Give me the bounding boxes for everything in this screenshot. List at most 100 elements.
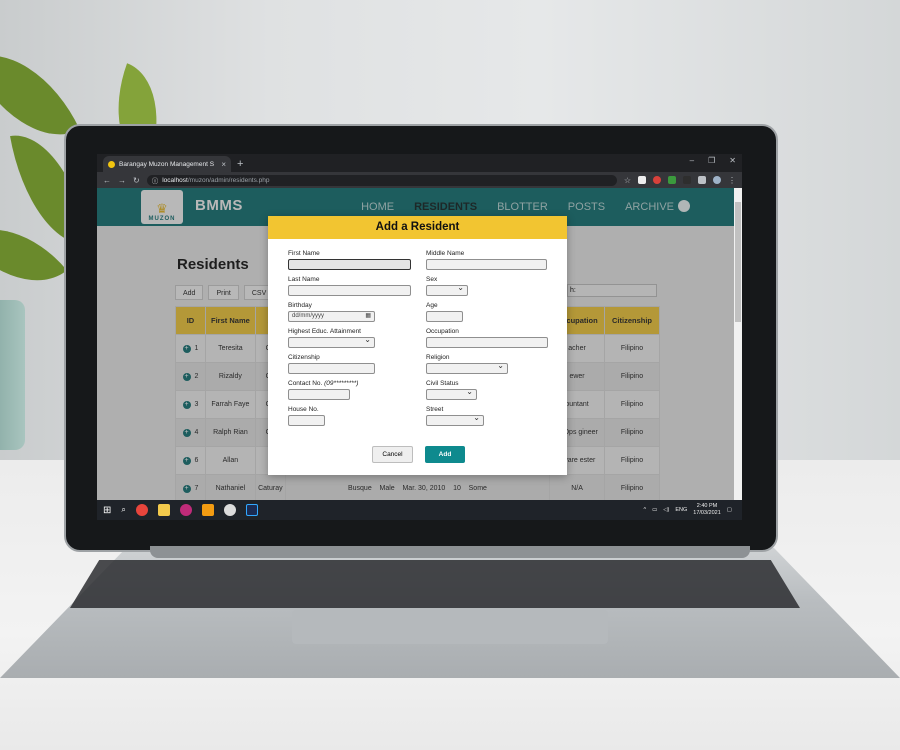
contact-hint: (09*********)	[324, 380, 359, 387]
field-group-contact: Contact No. (09*********)	[288, 380, 358, 400]
sublime-icon[interactable]	[201, 504, 214, 516]
browser-tabstrip: Barangay Muzon Management S × + – ❐ ✕	[97, 154, 742, 172]
laptop-hinge	[150, 546, 750, 558]
photoshop-icon[interactable]	[245, 504, 258, 516]
new-tab-icon[interactable]: +	[237, 156, 243, 172]
minimize-icon[interactable]: –	[690, 156, 694, 165]
age-input[interactable]	[426, 311, 463, 322]
education-label: Highest Educ. Attainment	[288, 328, 361, 335]
modal-title: Add a Resident	[268, 216, 567, 239]
reload-icon[interactable]: ↻	[133, 176, 140, 185]
field-group-first-name: First Name	[288, 250, 411, 270]
laptop-trackpad	[292, 610, 608, 644]
occupation-label: Occupation	[426, 328, 459, 335]
first-name-input[interactable]	[288, 259, 411, 270]
add-resident-button[interactable]: Add	[425, 446, 465, 463]
forward-icon[interactable]: →	[118, 176, 126, 185]
scroll-thumb[interactable]	[735, 202, 741, 322]
religion-label: Religion	[426, 354, 450, 361]
app-icon[interactable]	[179, 504, 192, 516]
browser-toolbar: ← → ↻ ⓘ localhost/muzon/admin/residents.…	[97, 172, 742, 188]
citizenship-label: Citizenship	[288, 354, 320, 361]
field-group-citizenship: Citizenship	[288, 354, 375, 374]
education-select[interactable]	[288, 335, 375, 348]
volume-icon[interactable]: ◁)	[663, 507, 669, 513]
field-group-religion: Religion	[426, 354, 508, 374]
civil-status-label: Civil Status	[426, 380, 459, 387]
system-tray: ^ ▭ ◁) ENG 2:40 PM 17/03/2021 ▢	[643, 503, 732, 517]
cancel-button[interactable]: Cancel	[372, 446, 413, 463]
extension-icon[interactable]	[668, 176, 676, 184]
clock[interactable]: 2:40 PM 17/03/2021	[693, 503, 721, 517]
clock-date: 17/03/2021	[693, 510, 721, 516]
middle-name-input[interactable]	[426, 259, 547, 270]
contact-label: Contact No.	[288, 380, 323, 387]
last-name-label: Last Name	[288, 276, 320, 283]
religion-select[interactable]	[426, 361, 508, 374]
search-icon[interactable]: ⌕	[121, 505, 125, 515]
sex-label: Sex	[426, 276, 438, 283]
field-group-house-no: House No.	[288, 406, 325, 426]
field-group-education: Highest Educ. Attainment	[288, 328, 375, 348]
house-no-label: House No.	[288, 406, 319, 413]
middle-name-label: Middle Name	[426, 250, 465, 257]
extension-icon[interactable]	[683, 176, 691, 184]
clock-time: 2:40 PM	[696, 503, 718, 509]
plant-pot	[0, 300, 25, 450]
house-no-input[interactable]	[288, 415, 325, 426]
windows-start-icon[interactable]: ⊞	[103, 505, 111, 516]
windows-taskbar: ⊞ ⌕ ^ ▭ ◁) ENG 2:40 PM 17/03/2021 ▢	[97, 500, 742, 520]
window-controls: – ❐ ✕	[690, 156, 736, 165]
modal-actions: Cancel Add	[372, 446, 465, 463]
laptop-screen: Barangay Muzon Management S × + – ❐ ✕ ← …	[97, 154, 742, 520]
civil-status-select[interactable]	[426, 387, 477, 400]
citizenship-input[interactable]	[288, 363, 375, 374]
field-group-street: Street	[426, 406, 484, 426]
tab-title: Barangay Muzon Management S	[119, 160, 215, 168]
obs-icon[interactable]	[223, 504, 236, 516]
field-group-birthday: Birthday dd/mm/yyyy ▦	[288, 302, 375, 322]
birthday-label: Birthday	[288, 302, 312, 309]
field-group-civil-status: Civil Status	[426, 380, 477, 400]
field-group-age: Age	[426, 302, 463, 322]
extension-icon[interactable]	[638, 176, 646, 184]
laptop-keyboard	[70, 560, 800, 608]
site-favicon-icon	[108, 160, 115, 168]
birthday-input[interactable]: dd/mm/yyyy ▦	[288, 311, 375, 322]
close-window-icon[interactable]: ✕	[729, 156, 736, 165]
info-icon[interactable]: ⓘ	[152, 175, 159, 185]
puzzle-icon[interactable]	[698, 176, 706, 184]
contact-input[interactable]	[288, 389, 350, 400]
close-tab-icon[interactable]: ×	[221, 160, 226, 169]
network-icon[interactable]: ▭	[652, 507, 657, 513]
occupation-input[interactable]	[426, 337, 548, 348]
calendar-icon[interactable]: ▦	[365, 312, 371, 321]
url-path: /muzon/admin/residents.php	[187, 176, 270, 184]
chrome-app-icon[interactable]	[135, 504, 148, 516]
tray-chevron-icon[interactable]: ^	[643, 507, 646, 513]
sex-select[interactable]	[426, 283, 468, 296]
language-indicator[interactable]: ENG	[675, 507, 687, 513]
restore-icon[interactable]: ❐	[708, 156, 715, 165]
street-select[interactable]	[426, 413, 484, 426]
add-resident-modal: Add a Resident First Name Middle Name La…	[268, 216, 567, 475]
page-scrollbar[interactable]	[734, 188, 742, 500]
extension-icon[interactable]	[653, 176, 661, 184]
field-group-middle-name: Middle Name	[426, 250, 547, 270]
url-host: localhost	[162, 176, 188, 184]
file-explorer-icon[interactable]	[157, 504, 170, 516]
back-icon[interactable]: ←	[103, 176, 111, 185]
street-label: Street	[426, 406, 444, 413]
field-group-occupation: Occupation	[426, 328, 548, 348]
notification-icon[interactable]: ▢	[727, 507, 732, 513]
last-name-input[interactable]	[288, 285, 411, 296]
browser-menu-icon[interactable]: ⋮	[728, 176, 736, 185]
first-name-label: First Name	[288, 250, 320, 257]
address-bar[interactable]: ⓘ localhost/muzon/admin/residents.php	[146, 174, 617, 186]
field-group-last-name: Last Name	[288, 276, 411, 296]
field-group-sex: Sex	[426, 276, 468, 296]
age-label: Age	[426, 302, 438, 309]
profile-avatar-icon[interactable]	[713, 176, 721, 184]
bookmark-star-icon[interactable]: ☆	[624, 176, 631, 185]
browser-tab[interactable]: Barangay Muzon Management S ×	[103, 156, 231, 172]
